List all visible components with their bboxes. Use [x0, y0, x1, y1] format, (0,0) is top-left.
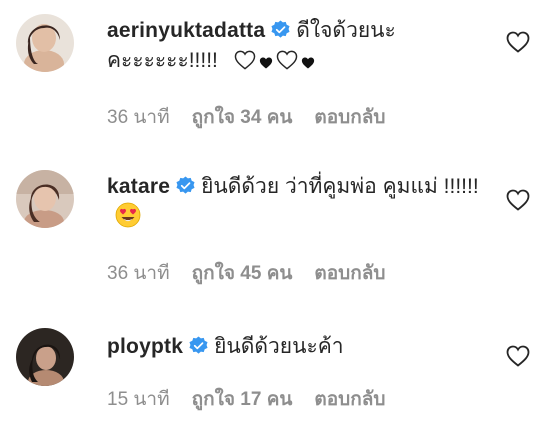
- reply-button[interactable]: ตอบกลับ: [314, 389, 385, 410]
- comment-meta: 36 นาที ถูกใจ 34 คน ตอบกลับ: [107, 106, 385, 130]
- comment-likes-count[interactable]: ถูกใจ 34 คน: [192, 107, 293, 128]
- comment-username[interactable]: ploypt​k: [107, 335, 183, 358]
- like-heart-icon[interactable]: [506, 30, 530, 54]
- black-heart-icon: [259, 49, 273, 79]
- comment-time[interactable]: 15 นาที: [107, 389, 170, 410]
- comment-item: aerinyuktadatta ดีใจด้วยนะคะะะะะะ!!!!! 36…: [0, 0, 558, 150]
- comment-time[interactable]: 36 นาที: [107, 263, 170, 284]
- comment-item: ploypt​k ยินดีด้วยนะค้า 15 นาที ถูกใจ 17 ค…: [0, 300, 558, 439]
- comment-item: katare ยินดีด้วย ว่าที่คูมพ่อ คูมแม่ !!!!…: [0, 150, 558, 300]
- comment-text-block: aerinyuktadatta ดีใจด้วยนะคะะะะะะ!!!!!: [107, 16, 492, 79]
- comment-time[interactable]: 36 นาที: [107, 107, 170, 128]
- white-heart-icon: [276, 49, 298, 79]
- comment-likes-count[interactable]: ถูกใจ 17 คน: [192, 389, 293, 410]
- comment-body: ยินดีด้วย ว่าที่คูมพ่อ คูมแม่ !!!!!!: [201, 175, 479, 198]
- black-heart-icon: [301, 49, 315, 79]
- comment-text-block: katare ยินดีด้วย ว่าที่คูมพ่อ คูมแม่ !!!!…: [107, 172, 492, 237]
- reply-button[interactable]: ตอบกลับ: [314, 107, 385, 128]
- verified-badge-icon: [189, 336, 208, 354]
- comment-meta: 36 นาที ถูกใจ 45 คน ตอบกลับ: [107, 262, 385, 286]
- like-heart-icon[interactable]: [506, 344, 530, 368]
- comment-meta: 15 นาที ถูกใจ 17 คน ตอบกลับ: [107, 388, 385, 412]
- reply-button[interactable]: ตอบกลับ: [314, 263, 385, 284]
- like-heart-icon[interactable]: [506, 188, 530, 212]
- comment-username[interactable]: katare: [107, 175, 170, 198]
- comment-text-block: ploypt​k ยินดีด้วยนะค้า: [107, 332, 492, 362]
- avatar[interactable]: [16, 14, 74, 72]
- verified-badge-icon: [271, 20, 290, 38]
- heart-eyes-emoji: [115, 202, 141, 237]
- avatar[interactable]: [16, 328, 74, 386]
- verified-badge-icon: [176, 176, 195, 194]
- avatar[interactable]: [16, 170, 74, 228]
- white-heart-icon: [234, 49, 256, 79]
- comment-body: ยินดีด้วยนะค้า: [214, 335, 344, 358]
- comment-likes-count[interactable]: ถูกใจ 45 คน: [192, 263, 293, 284]
- comment-username[interactable]: aerinyuktadatta: [107, 19, 265, 42]
